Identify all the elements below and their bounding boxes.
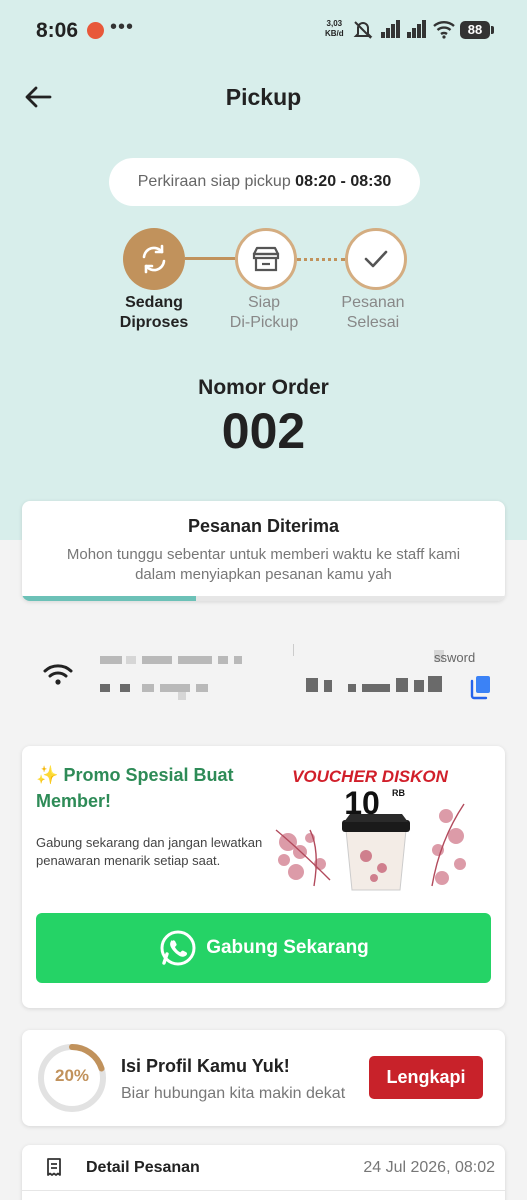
copy-password-icon[interactable] [468,674,494,700]
status-time: 8:06 [36,19,79,42]
network-speed-value: 3,03 [326,19,343,28]
profile-subtitle: Biar hubungan kita makin dekat [121,1085,346,1102]
voucher-image: VOUCHER DISKON 10 RB [275,767,466,891]
order-progress-bar [22,596,505,601]
order-number: 002 [221,403,306,459]
notification-icon [87,22,104,39]
order-status-card: Pesanan Diterima Mohon tunggu sebentar u… [22,501,505,601]
wifi-status-icon [433,21,455,39]
order-progress-fill [22,596,196,601]
pickup-estimate-time: 08:20 - 08:30 [295,173,392,190]
wifi-password-redacted [428,676,442,692]
wifi-ssid-redacted [178,656,212,664]
order-detail-date: 24 Jul 2026, 08:02 [363,1159,495,1176]
wifi-ssid-redacted [120,684,130,692]
complete-profile-button[interactable]: Lengkapi [369,1056,483,1099]
wifi-ssid-redacted [142,656,172,664]
promo-title-text: Promo Spesial Buat Member! [36,765,234,811]
order-number-label: Nomor Order [198,376,329,399]
step-ready-pickup [235,228,297,290]
step-completed [345,228,407,290]
battery-tip [491,26,494,34]
step-label-completed: Pesanan Selesai [318,293,428,333]
whatsapp-icon [160,930,196,966]
voucher-amount: 10 [344,785,380,821]
wifi-password-redacted [324,680,332,692]
battery-icon: 88 [460,21,490,39]
step-label-line: Pesanan [341,294,405,311]
signal-icon-2 [407,20,426,38]
wifi-password-redacted [348,684,356,692]
profile-title: Isi Profil Kamu Yuk! [121,1056,290,1076]
check-icon [364,250,388,268]
wifi-ssid-redacted [196,684,208,692]
silent-icon [353,21,373,39]
wifi-ssid-redacted [178,692,186,700]
order-detail-title: Detail Pesanan [86,1159,200,1176]
step-label-line: Siap [247,294,281,311]
wifi-password-redacted [362,684,390,692]
pickup-estimate-label: Perkiraan siap pickup [137,173,291,190]
wifi-ssid-redacted [160,684,190,692]
wifi-ssid-redacted [218,656,228,664]
voucher-unit: RB [392,788,405,798]
wifi-password-redacted [396,678,408,692]
join-whatsapp-button[interactable]: Gabung Sekarang [36,913,491,983]
order-detail-divider [22,1190,505,1191]
refresh-icon [142,244,166,274]
signal-icon-1 [381,20,400,38]
step-label-processing: Sedang Diproses [99,293,209,333]
wifi-password-label: ssword [434,650,476,665]
step-connector-pending [297,258,345,261]
sparkle-icon: ✨ [36,765,59,785]
network-speed: 3,03 KB/d [325,19,344,39]
wifi-info [0,620,527,720]
store-icon [252,246,280,272]
order-status-title: Pesanan Diterima [187,516,340,536]
pickup-estimate: Perkiraan siap pickup 08:20 - 08:30 [109,158,420,206]
page-title: Pickup [225,84,302,110]
voucher-title: VOUCHER DISKON [292,767,449,786]
wifi-ssid-redacted [142,684,154,692]
wifi-password-redacted [306,678,318,692]
step-label-ready: Siap Di-Pickup [209,293,319,333]
step-processing [123,228,185,290]
wifi-icon [43,664,73,685]
status-bar: 8:06 ••• 3,03 KB/d 88 [0,0,527,62]
wifi-ssid-redacted [100,684,110,692]
join-button-label: Gabung Sekarang [206,937,369,958]
step-label-line: Sedang [125,294,183,311]
wifi-divider [293,644,294,656]
network-speed-unit: KB/d [325,29,344,38]
promo-card: ✨ Promo Spesial Buat Member! Gabung seka… [22,746,505,1008]
receipt-icon [47,1158,61,1176]
order-detail-card[interactable]: Detail Pesanan 24 Jul 2026, 08:02 [22,1145,505,1200]
promo-title: ✨ Promo Spesial Buat Member! [36,762,266,814]
order-status-message: Mohon tunggu sebentar untuk memberi wakt… [66,546,461,583]
wifi-password-redacted [414,680,424,692]
profile-percent: 20% [54,1066,90,1085]
step-connector-done [185,257,235,260]
wifi-ssid-redacted [100,656,122,664]
wifi-ssid-redacted [126,656,136,664]
wifi-ssid-redacted [234,656,242,664]
step-label-line: Selesai [346,314,400,331]
more-notifications-icon: ••• [110,16,135,38]
profile-completion-card: 20% Isi Profil Kamu Yuk! Biar hubungan k… [22,1030,505,1126]
promo-description: Gabung sekarang dan jangan lewatkan pena… [36,835,263,868]
step-label-line: Diproses [119,314,189,331]
step-label-line: Di-Pickup [229,314,299,331]
